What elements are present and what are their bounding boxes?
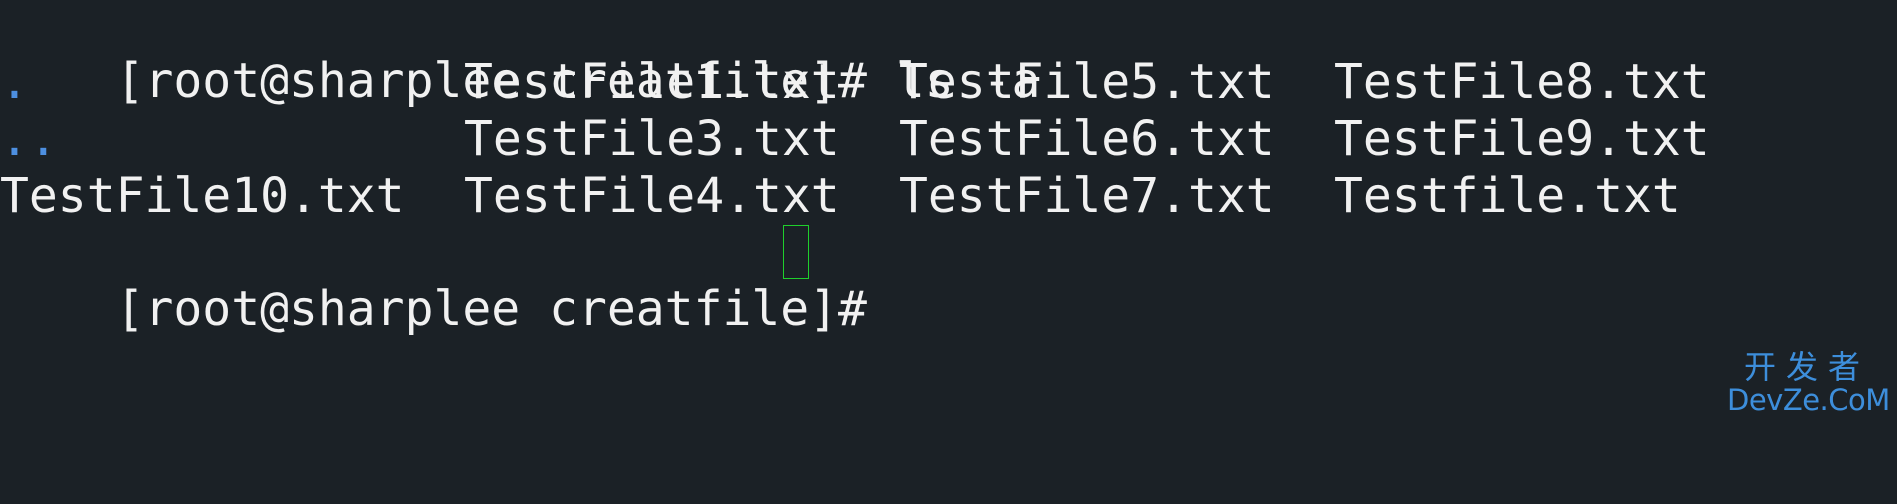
listing-row: TestFile10.txt TestFile4.txt TestFile7.t…	[0, 168, 1681, 224]
watermark-chinese-text: 开发者	[1743, 348, 1870, 386]
watermark-logo: 开发者 DevZe.CoM	[1727, 348, 1890, 417]
file-entry: Testfile.txt	[1334, 168, 1681, 224]
watermark-domain-text: DevZe.CoM	[1727, 383, 1890, 417]
listing-row: .. TestFile3.txt TestFile6.txt TestFile9…	[0, 111, 1710, 167]
file-entry: TestFile1.txt	[464, 54, 840, 110]
listing-row: . TestFile1.txt TestFile5.txt TestFile8.…	[0, 54, 1710, 110]
file-entry: TestFile4.txt	[464, 168, 840, 224]
file-entry: TestFile7.txt	[899, 168, 1275, 224]
shell-prompt: [root@sharplee creatfile]#	[115, 281, 896, 337]
text-cursor	[783, 225, 809, 279]
directory-entry-current: .	[0, 54, 29, 110]
file-entry: TestFile3.txt	[464, 111, 840, 167]
command-line: [root@sharplee creatfile]# ls -a	[0, 0, 1041, 109]
file-entry: TestFile6.txt	[899, 111, 1275, 167]
file-entry: TestFile5.txt	[899, 54, 1275, 110]
file-entry: TestFile9.txt	[1334, 111, 1710, 167]
file-entry: TestFile10.txt	[0, 168, 405, 224]
terminal-window[interactable]: [root@sharplee creatfile]# ls -a . TestF…	[0, 0, 1897, 422]
file-entry: TestFile8.txt	[1334, 54, 1710, 110]
input-line[interactable]: [root@sharplee creatfile]#	[0, 225, 896, 337]
directory-entry-parent: ..	[0, 111, 58, 167]
